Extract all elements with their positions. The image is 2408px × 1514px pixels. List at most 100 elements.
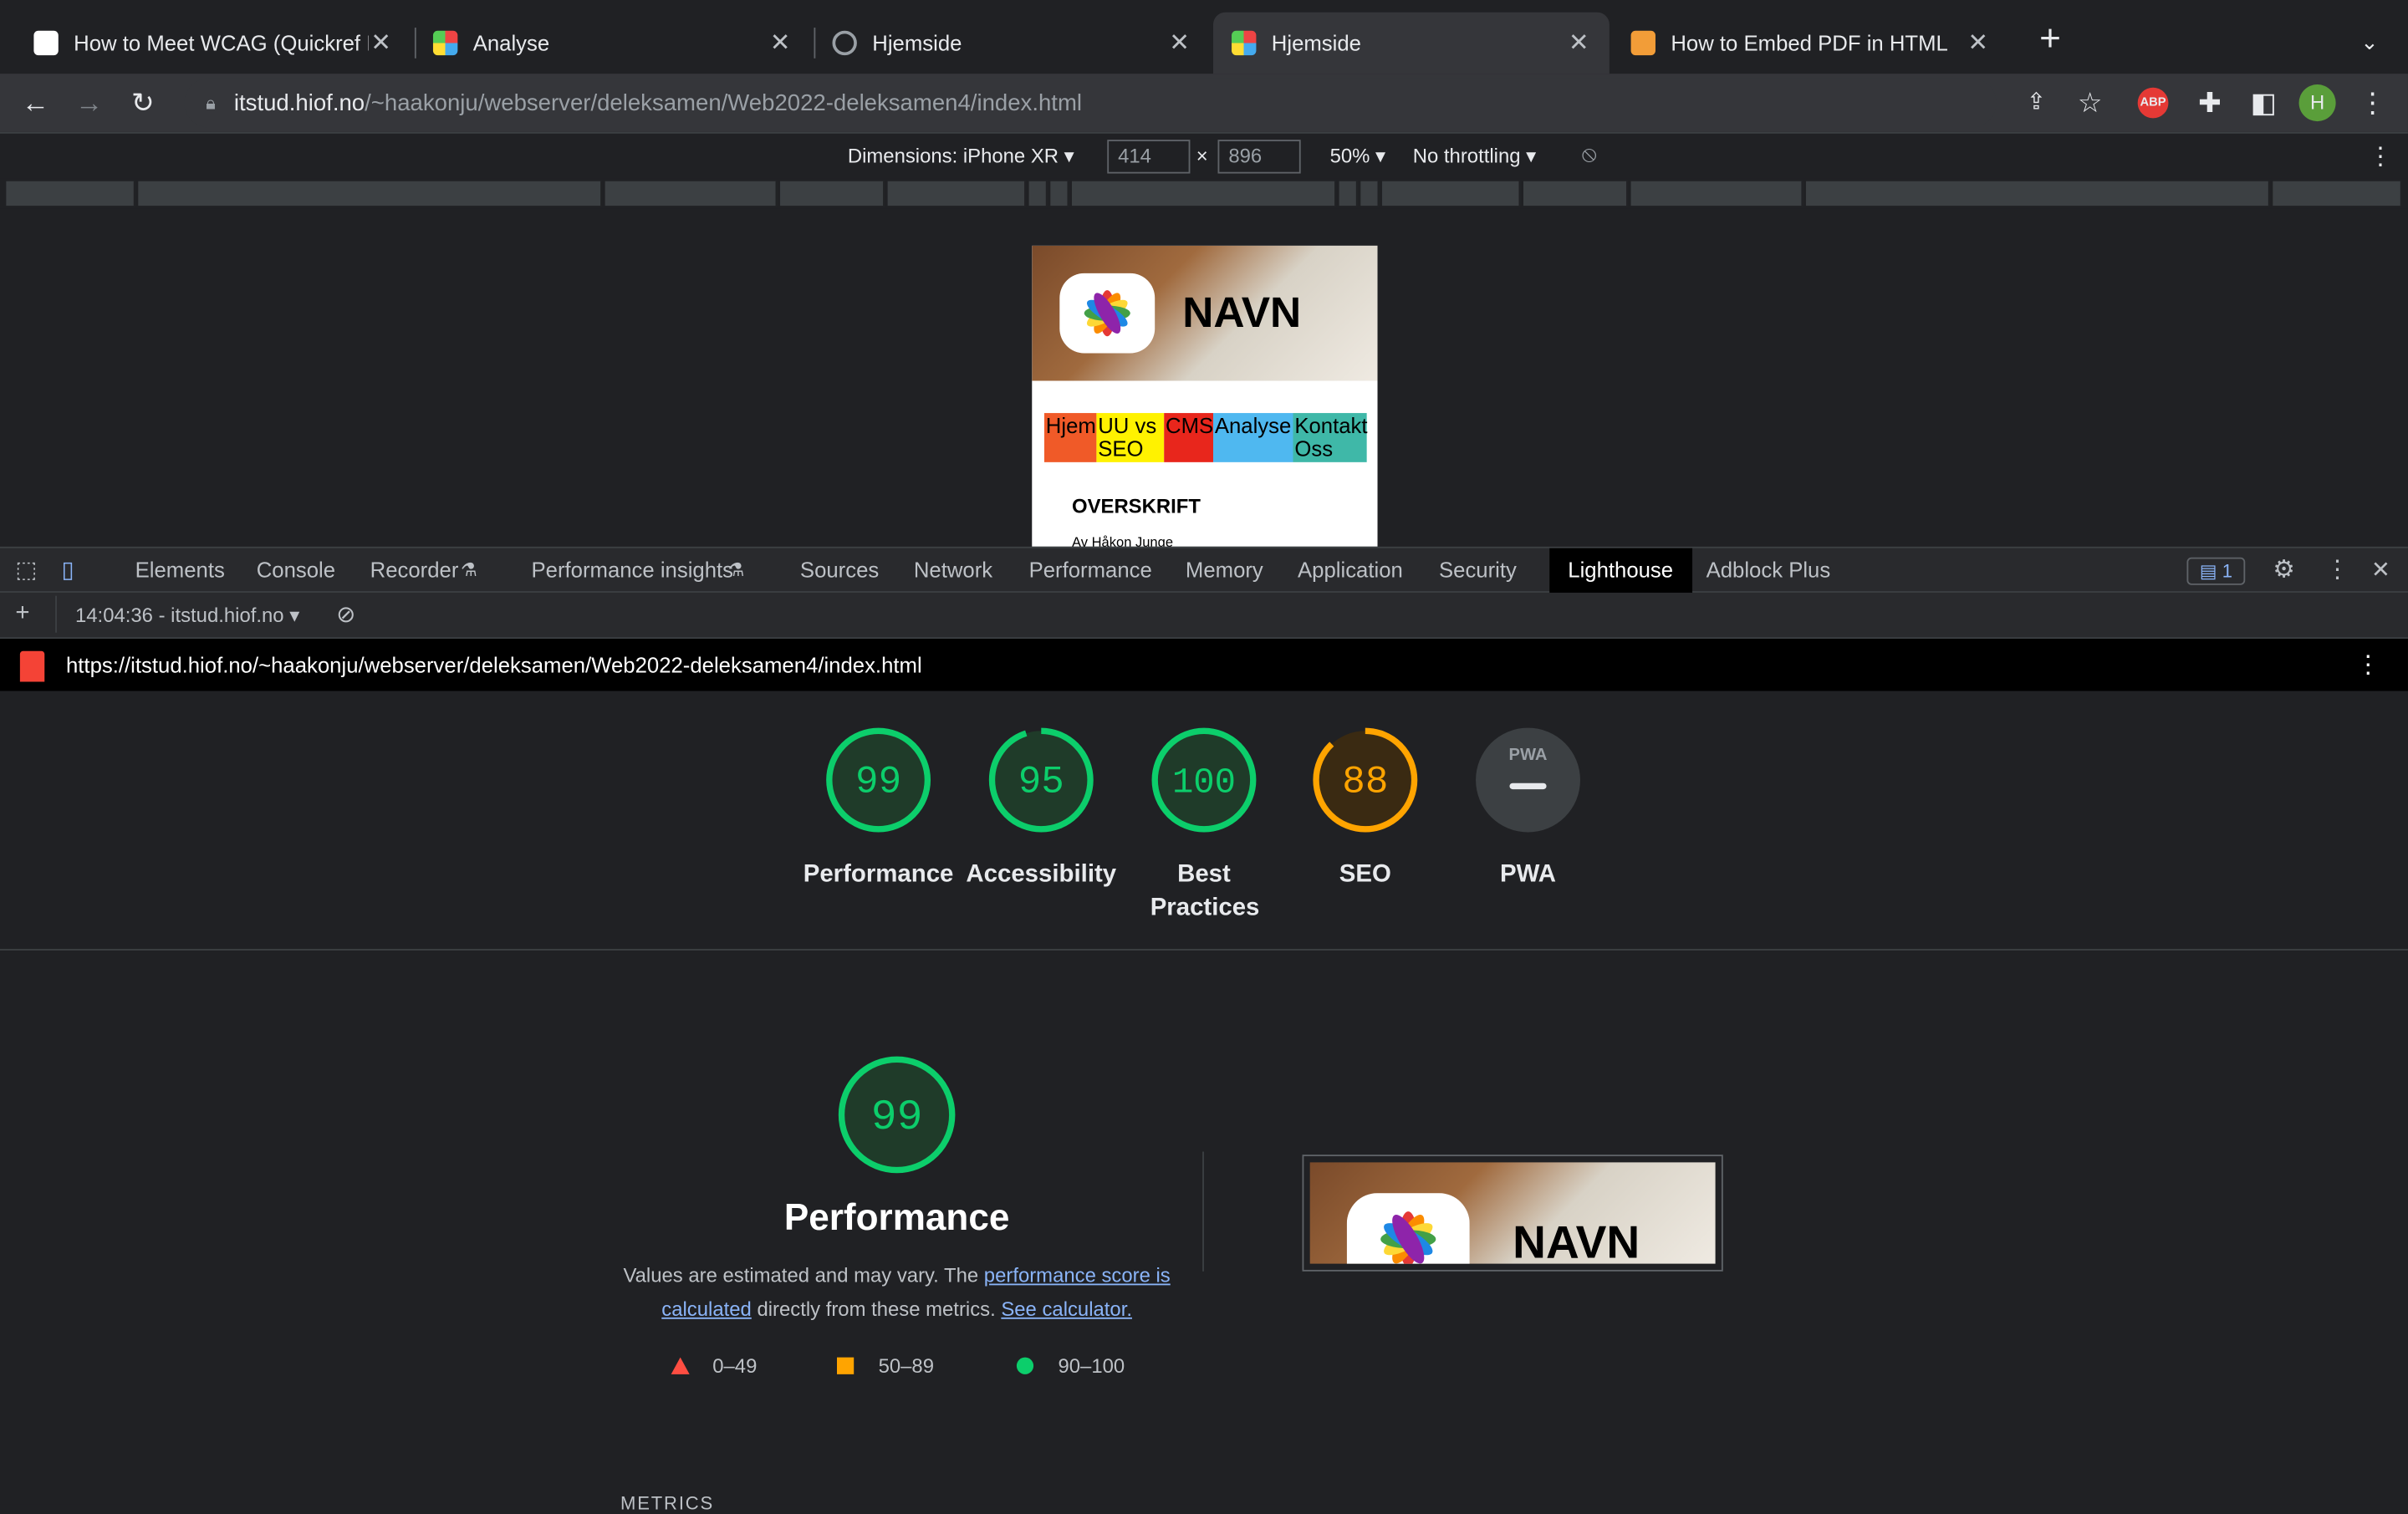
rotate-icon[interactable]: ⦸: [1582, 141, 1597, 167]
back-arrow-icon[interactable]: ←: [15, 83, 55, 123]
ruler-segment[interactable]: [2273, 181, 2402, 206]
see-calculator-link[interactable]: See calculator.: [1001, 1297, 1132, 1321]
zoom-select[interactable]: 50% ▾: [1330, 145, 1385, 169]
media-query-ruler: [0, 178, 2408, 209]
height-input[interactable]: 896: [1217, 140, 1301, 174]
legend-pass: 90–100: [1016, 1354, 1125, 1378]
tab-performance[interactable]: Performance: [1029, 548, 1152, 593]
new-report-plus-icon[interactable]: +: [15, 600, 29, 628]
score-gauge-performance[interactable]: 99 Performance: [802, 725, 956, 892]
side-panel-icon[interactable]: ◧: [2243, 83, 2283, 123]
close-icon[interactable]: ✕: [369, 28, 393, 59]
report-select[interactable]: 14:04:36 - itstud.hiof.no ▾: [75, 604, 299, 628]
tab-performance-insights[interactable]: Performance insights: [531, 548, 733, 593]
device-toggle-icon[interactable]: ▯: [61, 548, 74, 593]
forward-arrow-icon[interactable]: →: [69, 83, 110, 123]
gauge-ring: 88: [1313, 727, 1418, 833]
ruler-segment[interactable]: [605, 181, 778, 206]
close-icon[interactable]: ✕: [1566, 28, 1590, 59]
ruler-segment[interactable]: [1028, 181, 1048, 206]
tab-adblock-plus[interactable]: Adblock Plus: [1707, 548, 1831, 593]
tab-console[interactable]: Console: [257, 548, 335, 593]
throttling-select[interactable]: No throttling ▾: [1413, 145, 1536, 169]
browser-tab[interactable]: Analyse ✕: [415, 13, 811, 74]
share-icon[interactable]: ⇪: [2017, 83, 2057, 123]
browser-tab[interactable]: How to Embed PDF in HTML ✕: [1613, 13, 2009, 74]
close-devtools-icon[interactable]: ✕: [2371, 548, 2390, 593]
close-icon[interactable]: ✕: [1167, 28, 1191, 59]
address-bar[interactable]: 🔒︎ itstud.hiof.no/~haakonju/webserver/de…: [184, 78, 1997, 128]
tab-strip: How to Meet WCAG (Quickref R ✕ Analyse ✕…: [0, 0, 2408, 74]
report-menu-kebab-icon[interactable]: ⋮: [2355, 650, 2380, 681]
comment-icon: ▤: [2199, 560, 2217, 583]
gauge-ring: 99: [826, 727, 931, 833]
settings-gear-icon[interactable]: ⚙: [2273, 548, 2294, 593]
triangle-icon: [671, 1357, 690, 1374]
width-input[interactable]: 414: [1107, 140, 1191, 174]
profile-avatar[interactable]: H: [2298, 84, 2336, 122]
throttling-label: No throttling: [1412, 144, 1521, 168]
ruler-segment[interactable]: [1630, 181, 1803, 206]
circle-icon: [1016, 1357, 1034, 1374]
bookmark-star-icon[interactable]: ☆: [2070, 83, 2110, 123]
extensions-puzzle-icon[interactable]: ✚: [2190, 83, 2230, 123]
browser-tab[interactable]: Hjemside ✕: [814, 13, 1210, 74]
score-gauge-pwa[interactable]: PWA PWA: [1451, 725, 1605, 892]
menu-kebab-icon[interactable]: ⋮: [2353, 83, 2393, 123]
browser-tab-active[interactable]: Hjemside ✕: [1212, 12, 1610, 74]
gauge-ring: 99: [838, 1056, 956, 1174]
ruler-segment[interactable]: [1339, 181, 1358, 206]
ruler-segment[interactable]: [138, 181, 602, 206]
legend-label: 0–49: [712, 1353, 758, 1378]
ruler-segment[interactable]: [887, 181, 1026, 206]
tab-network[interactable]: Network: [914, 548, 992, 593]
tab-sources[interactable]: Sources: [800, 548, 879, 593]
ruler-segment[interactable]: [6, 181, 135, 206]
tab-elements[interactable]: Elements: [135, 548, 225, 593]
reload-icon[interactable]: ↻: [123, 83, 163, 123]
inspect-element-icon[interactable]: ⬚: [15, 548, 37, 593]
lock-icon: 🔒︎: [206, 91, 216, 113]
url-path: /~haakonju/webserver/deleksamen/Web2022-…: [365, 89, 1083, 116]
ruler-segment[interactable]: [1050, 181, 1069, 206]
issues-badge[interactable]: ▤ 1: [2186, 557, 2246, 585]
tab-lighthouse[interactable]: Lighthouse: [1549, 548, 1692, 593]
tab-search-button[interactable]: ⌄: [2349, 22, 2390, 62]
adblock-plus-icon[interactable]: ABP: [2137, 87, 2169, 119]
tab-security[interactable]: Security: [1439, 548, 1517, 593]
final-screenshot-thumbnail[interactable]: NAVN: [1302, 1155, 1723, 1272]
ruler-segment[interactable]: [780, 181, 885, 206]
close-icon[interactable]: ✕: [768, 28, 792, 59]
ruler-segment[interactable]: [1072, 181, 1336, 206]
clear-block-icon[interactable]: ⊘: [336, 600, 355, 628]
browser-tab[interactable]: How to Meet WCAG (Quickref R ✕: [15, 13, 411, 74]
nav-item-kontakt-oss[interactable]: Kontakt Oss: [1293, 413, 1368, 462]
nav-item-uu-vs-seo[interactable]: UU vs SEO: [1096, 413, 1165, 462]
ruler-segment[interactable]: [1523, 181, 1628, 206]
tab-application[interactable]: Application: [1298, 548, 1403, 593]
ruler-segment[interactable]: [1360, 181, 1380, 206]
more-options-icon[interactable]: ⋮: [2368, 141, 2392, 172]
tab-recorder[interactable]: Recorder: [370, 548, 459, 593]
nav-item-hjem[interactable]: Hjem: [1043, 413, 1097, 462]
score-gauge-accessibility[interactable]: 95 Accessibility: [964, 725, 1118, 892]
flower-logo-icon: [1346, 1193, 1470, 1264]
close-icon[interactable]: ✕: [1966, 28, 1990, 59]
ruler-segment[interactable]: [1382, 181, 1521, 206]
nav-item-analyse[interactable]: Analyse: [1212, 413, 1293, 462]
desc-text: Values are estimated and may vary. The: [623, 1263, 984, 1287]
tab-memory[interactable]: Memory: [1186, 548, 1263, 593]
thumbnail-brand: NAVN: [1513, 1217, 1640, 1264]
gauge-label: Best Practices: [1150, 861, 1260, 922]
score-gauge-seo[interactable]: 88 SEO: [1288, 725, 1442, 892]
page-preview[interactable]: NAVN Hjem UU vs SEO CMS Analyse Kontakt …: [1032, 245, 1378, 547]
more-kebab-icon[interactable]: ⋮: [2325, 548, 2349, 593]
ruler-segment[interactable]: [1805, 181, 2270, 206]
gauge-label: PWA: [1500, 861, 1556, 888]
nav-item-cms[interactable]: CMS: [1164, 413, 1213, 462]
metrics-heading: METRICS: [620, 1492, 715, 1514]
device-select[interactable]: Dimensions: iPhone XR ▾: [848, 145, 1074, 169]
new-tab-button[interactable]: +: [2030, 21, 2070, 62]
brand-name: NAVN: [1182, 288, 1302, 337]
score-gauge-best-practices[interactable]: 100 Best Practices: [1127, 725, 1281, 926]
